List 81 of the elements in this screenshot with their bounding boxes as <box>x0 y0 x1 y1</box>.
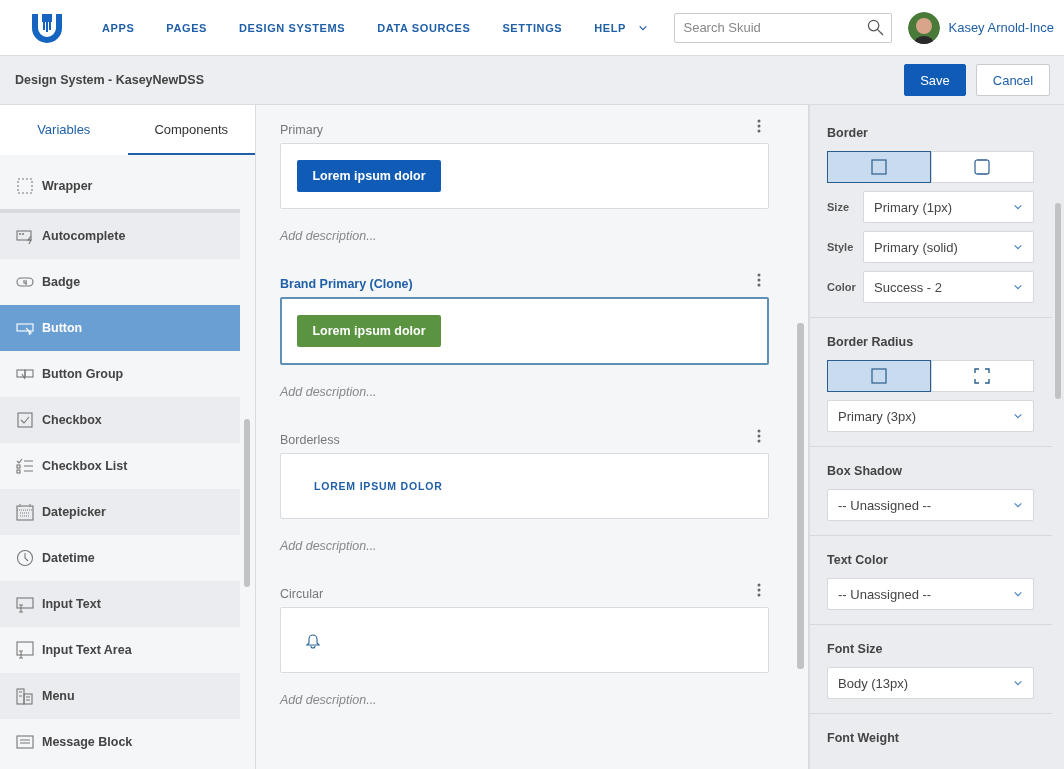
sample-button[interactable]: LOREM IPSUM DOLOR <box>297 470 460 502</box>
dropdown[interactable]: Body (13px) <box>827 667 1034 699</box>
more-icon <box>757 583 761 597</box>
preview-card[interactable]: LOREM IPSUM DOLOR <box>280 453 769 519</box>
field-label: Color <box>827 281 857 293</box>
description-field[interactable]: Add description... <box>280 229 769 243</box>
chevron-down-icon <box>1013 589 1023 599</box>
scrollbar[interactable] <box>1055 203 1061 399</box>
menu-icon <box>16 687 34 705</box>
toggle-option[interactable] <box>827 151 931 183</box>
wrapper-icon <box>16 177 34 195</box>
toggle-option[interactable] <box>827 360 931 392</box>
chevron-down-icon <box>1013 500 1023 510</box>
component-item[interactable]: Input Text <box>0 581 240 627</box>
chevron-down-icon <box>1013 678 1023 688</box>
logo-icon[interactable] <box>30 11 64 44</box>
dropdown[interactable]: Success - 2 <box>863 271 1034 303</box>
save-button[interactable]: Save <box>904 64 966 96</box>
nav-link[interactable]: HELP <box>594 21 648 34</box>
chevron-down-icon <box>1013 411 1023 421</box>
border-icon <box>974 159 991 175</box>
scrollbar[interactable] <box>797 323 804 669</box>
section-title: Box Shadow <box>827 464 903 478</box>
border-icon <box>870 159 887 175</box>
variant-name[interactable]: Borderless <box>280 433 340 447</box>
component-item[interactable]: Menu <box>0 673 240 719</box>
message-icon <box>16 733 34 751</box>
component-item[interactable]: Checkbox <box>0 397 240 443</box>
avatar[interactable] <box>908 11 941 44</box>
chevron-down-icon <box>1013 282 1023 292</box>
chevron-down-icon <box>1013 202 1023 212</box>
checkbox-icon <box>16 411 34 429</box>
more-icon <box>757 119 761 133</box>
autocomplete-icon <box>16 227 34 245</box>
text-area-icon <box>16 641 34 659</box>
component-item[interactable]: Autocomplete <box>0 213 240 259</box>
border-icon <box>974 368 991 384</box>
variant-name[interactable]: Brand Primary (Clone) <box>280 277 413 291</box>
clock-icon <box>16 549 34 567</box>
section-title: Font Weight <box>827 731 900 745</box>
nav-link[interactable]: DESIGN SYSTEMS <box>239 21 346 34</box>
variant-name[interactable]: Circular <box>280 587 324 601</box>
dropdown[interactable]: Primary (solid) <box>863 231 1034 263</box>
more-icon <box>757 273 761 287</box>
search-field[interactable]: Search Skuid <box>674 12 893 43</box>
border-icon <box>870 368 887 384</box>
preview-card[interactable]: Lorem ipsum dolor <box>280 143 769 209</box>
dropdown[interactable]: -- Unassigned -- <box>827 578 1034 610</box>
field-label: Size <box>827 201 850 213</box>
variant-name[interactable]: Primary <box>280 123 324 137</box>
description-field[interactable]: Add description... <box>280 385 769 399</box>
dropdown[interactable]: Primary (1px) <box>863 191 1034 223</box>
page-title: Design System - KaseyNewDSS <box>15 73 205 87</box>
section-title: Border <box>827 126 869 140</box>
sample-button[interactable]: Lorem ipsum dolor <box>297 315 441 347</box>
dropdown[interactable]: Primary (3px) <box>827 400 1034 432</box>
bell-icon <box>304 631 322 649</box>
field-label: Style <box>827 241 855 253</box>
preview-card[interactable]: Lorem ipsum dolor <box>280 297 769 365</box>
search-icon <box>867 18 885 36</box>
text-input-icon <box>16 595 34 613</box>
tab[interactable]: Variables <box>0 105 128 155</box>
section-title: Font Size <box>827 642 884 656</box>
dropdown[interactable]: -- Unassigned -- <box>827 489 1034 521</box>
cancel-button[interactable]: Cancel <box>976 64 1050 96</box>
section-title: Text Color <box>827 553 889 567</box>
nav-link[interactable]: DATA SOURCES <box>377 21 471 34</box>
nav-link[interactable]: PAGES <box>166 21 208 34</box>
chevron-down-icon <box>1013 242 1023 252</box>
description-field[interactable]: Add description... <box>280 539 769 553</box>
nav-link[interactable]: APPS <box>102 21 135 34</box>
checklist-icon <box>16 457 34 475</box>
sample-button[interactable]: Lorem ipsum dolor <box>297 160 441 192</box>
description-field[interactable]: Add description... <box>280 693 769 707</box>
component-item[interactable]: Datepicker <box>0 489 240 535</box>
user-name[interactable]: Kasey Arnold-Ince <box>948 20 1054 35</box>
calendar-icon <box>16 503 34 521</box>
nav-link[interactable]: SETTINGS <box>502 21 563 34</box>
scrollbar[interactable] <box>244 419 250 587</box>
section-title: Border Radius <box>827 335 915 349</box>
more-icon <box>757 429 761 443</box>
